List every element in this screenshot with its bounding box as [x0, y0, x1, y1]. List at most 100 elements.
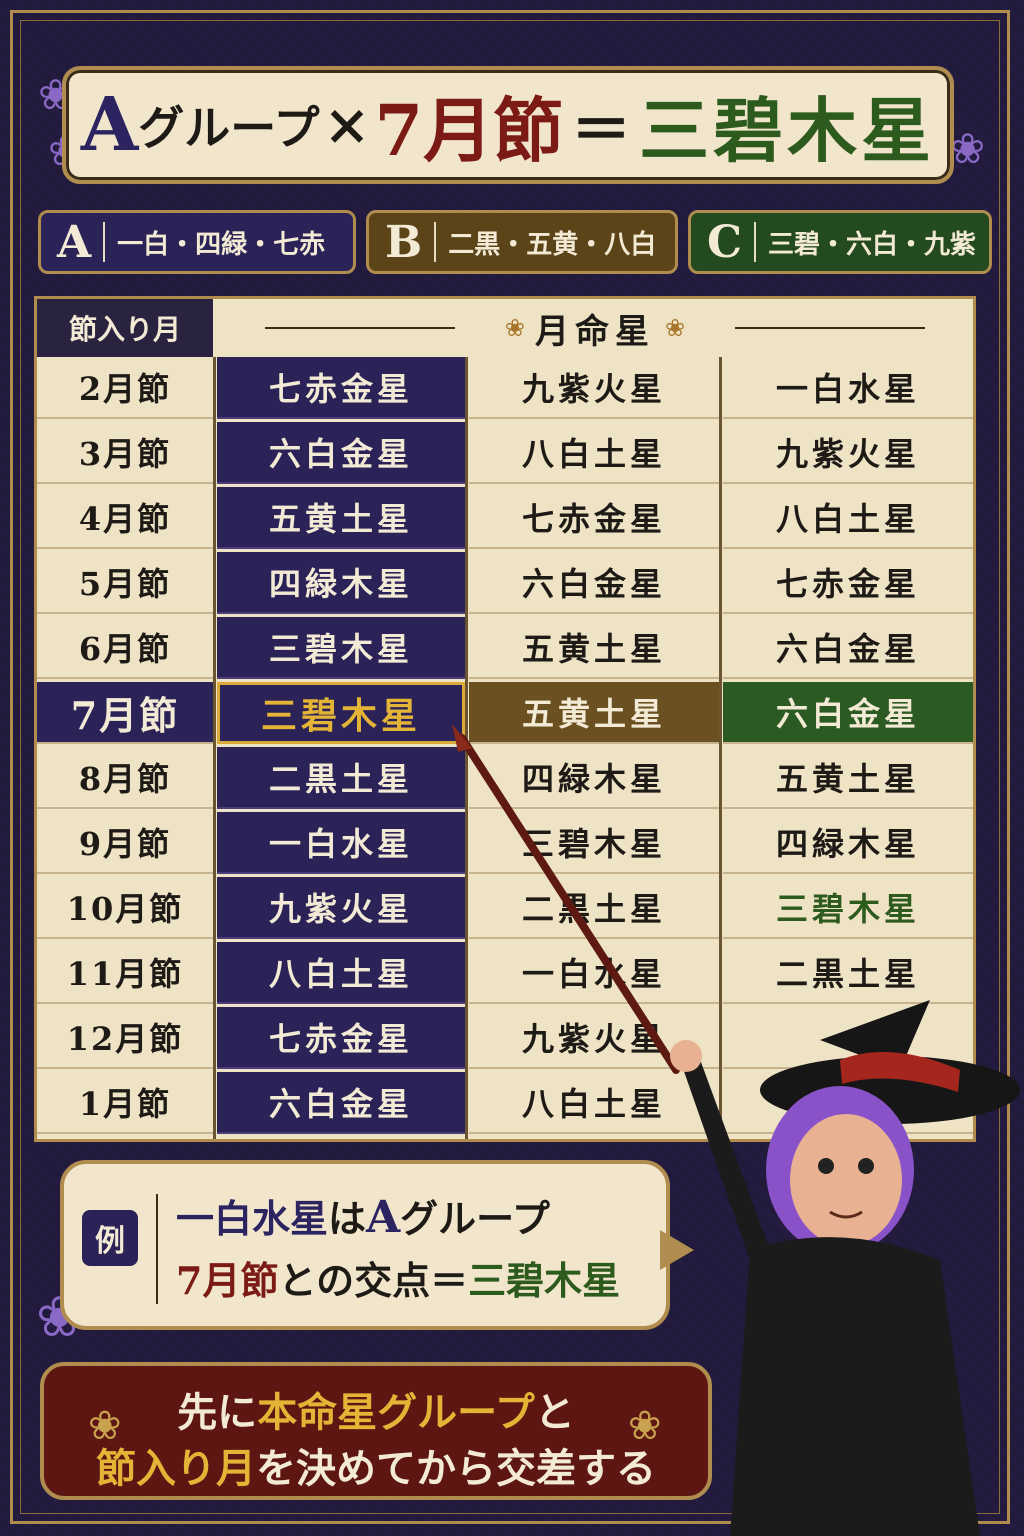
table-row: 9月節 一白水星 三碧木星 四緑木星	[37, 812, 973, 874]
group-letter: A	[57, 216, 92, 268]
group-b-cell: 六白金星	[469, 552, 719, 614]
group-c-cell: 六白金星	[723, 617, 973, 679]
title-group-word: グループ	[138, 101, 320, 155]
group-a-cell: 三碧木星	[217, 682, 465, 744]
month-cell: 3月節	[37, 422, 213, 484]
group-c-cell: 七赤金星	[723, 552, 973, 614]
banner-text: 先に	[177, 1389, 258, 1436]
group-a-cell: 六白金星	[217, 422, 465, 484]
month-cell: 1月節	[37, 1072, 213, 1134]
flower-icon: ❀	[665, 314, 686, 342]
group-b-cell: 一白水星	[469, 942, 719, 1004]
banner-text: を決めてから交差する	[256, 1445, 656, 1492]
month-cell: 4月節	[37, 487, 213, 549]
month-cell: 10月節	[37, 877, 213, 939]
divider	[754, 222, 757, 262]
banner-text: と	[534, 1389, 575, 1436]
table-row: 11月節 八白土星 一白水星 二黒土星	[37, 942, 973, 1004]
example-group-letter: A	[366, 1192, 401, 1243]
title-result: 三碧木星	[639, 88, 936, 172]
divider	[156, 1194, 158, 1304]
group-stars: 二黒・五黄・八白	[448, 229, 657, 260]
group-b-cell: 二黒土星	[469, 877, 719, 939]
divider	[103, 222, 106, 262]
header-rule	[264, 327, 455, 329]
group-c-cell: 八白土星	[723, 487, 973, 549]
group-c-cell: 九紫火星	[723, 422, 973, 484]
group-a-cell: 六白金星	[217, 1072, 465, 1134]
title-group-letter: A	[80, 82, 139, 168]
example-star: 一白水星	[176, 1196, 329, 1241]
group-badge-a: A 一白・四緑・七赤	[38, 210, 356, 274]
group-a-cell: 五黄土星	[217, 487, 465, 549]
example-line-2: 7月節との交点＝三碧木星	[176, 1250, 620, 1305]
group-b-cell: 七赤金星	[469, 487, 719, 549]
banner-emphasis: 節入り月	[96, 1445, 256, 1492]
header-month: 節入り月	[37, 299, 213, 357]
month-cell: 2月節	[37, 357, 213, 419]
table-row: 3月節 六白金星 八白土星 九紫火星	[37, 422, 973, 484]
table-row: 6月節 三碧木星 五黄土星 六白金星	[37, 617, 973, 679]
bottom-banner: 先に本命星グループと 節入り月を決めてから交差する ❀ ❀	[40, 1362, 712, 1500]
group-a-cell: 七赤金星	[217, 1007, 465, 1069]
group-b-cell: 三碧木星	[469, 812, 719, 874]
group-b-cell: 四緑木星	[469, 747, 719, 809]
group-a-cell: 四緑木星	[217, 552, 465, 614]
table-row: 7月節 三碧木星 五黄土星 六白金星	[37, 682, 973, 744]
example-badge: 例	[82, 1210, 138, 1266]
title-times: ×	[323, 92, 371, 158]
group-b-cell: 五黄土星	[469, 617, 719, 679]
example-line-1: 一白水星はAグループ	[176, 1188, 550, 1243]
group-b-cell: 八白土星	[469, 422, 719, 484]
witch-illustration	[670, 1000, 1020, 1536]
header-star: ❀ 月命星 ❀	[217, 299, 973, 357]
month-cell: 9月節	[37, 812, 213, 874]
example-month: 7月節	[176, 1258, 279, 1303]
month-cell: 6月節	[37, 617, 213, 679]
group-letter: C	[707, 216, 743, 268]
group-a-cell: 九紫火星	[217, 877, 465, 939]
group-c-cell: 六白金星	[723, 682, 973, 744]
example-bubble: 例 一白水星はAグループ 7月節との交点＝三碧木星	[60, 1160, 670, 1330]
flower-icon: ❀	[504, 314, 525, 342]
group-b-cell: 五黄土星	[469, 682, 719, 744]
group-badge-b: B 二黒・五黄・八白	[366, 210, 678, 274]
example-particle: は	[328, 1196, 367, 1241]
page-title: A グループ × 7月節 ＝ 三碧木星	[66, 70, 950, 180]
table-row: 2月節 七赤金星 九紫火星 一白水星	[37, 357, 973, 419]
example-intersection: との交点＝	[278, 1258, 469, 1303]
header-rule	[735, 327, 926, 329]
month-cell: 5月節	[37, 552, 213, 614]
group-a-cell: 二黒土星	[217, 747, 465, 809]
month-cell: 11月節	[37, 942, 213, 1004]
banner-emphasis: 本命星グループ	[257, 1389, 535, 1436]
title-month: 7月節	[374, 88, 564, 172]
group-letter: B	[385, 216, 423, 268]
banner-line-1: 先に本命星グループと	[44, 1380, 708, 1438]
group-c-cell: 三碧木星	[723, 877, 973, 939]
example-group-word: グループ	[400, 1196, 550, 1241]
table-row: 4月節 五黄土星 七赤金星 八白土星	[37, 487, 973, 549]
divider	[434, 222, 437, 262]
group-a-cell: 一白水星	[217, 812, 465, 874]
title-panel: A グループ × 7月節 ＝ 三碧木星	[62, 66, 954, 184]
group-stars: 一白・四緑・七赤	[117, 229, 326, 260]
group-b-cell: 九紫火星	[469, 357, 719, 419]
header-title: 月命星	[535, 311, 655, 352]
group-c-cell: 二黒土星	[723, 942, 973, 1004]
table-row: 8月節 二黒土星 四緑木星 五黄土星	[37, 747, 973, 809]
group-stars: 三碧・六白・九紫	[768, 229, 977, 260]
group-c-cell: 一白水星	[723, 357, 973, 419]
month-cell: 12月節	[37, 1007, 213, 1069]
month-cell: 8月節	[37, 747, 213, 809]
title-equals: ＝	[571, 95, 632, 166]
month-cell: 7月節	[37, 682, 213, 744]
table-row: 5月節 四緑木星 六白金星 七赤金星	[37, 552, 973, 614]
group-c-cell: 五黄土星	[723, 747, 973, 809]
group-a-cell: 七赤金星	[217, 357, 465, 419]
banner-line-2: 節入り月を決めてから交差する	[44, 1436, 708, 1494]
group-c-cell: 四緑木星	[723, 812, 973, 874]
flower-icon: ❀	[88, 1403, 122, 1449]
group-a-cell: 八白土星	[217, 942, 465, 1004]
group-a-cell: 三碧木星	[217, 617, 465, 679]
